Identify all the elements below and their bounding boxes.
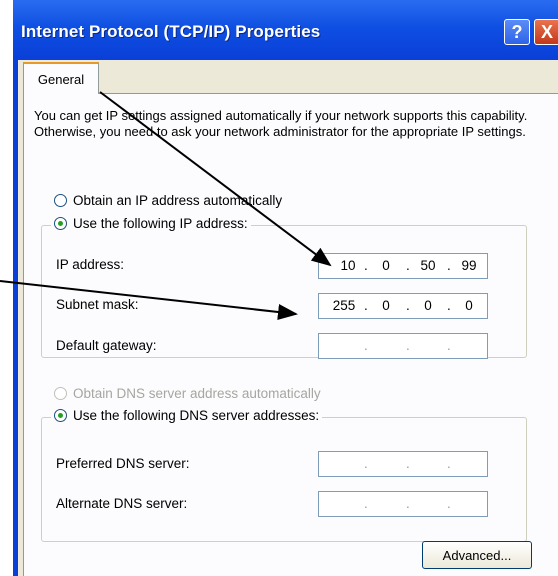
- radio-use-following-dns[interactable]: Use the following DNS server addresses:: [51, 408, 323, 423]
- radio-use-following-ip[interactable]: Use the following IP address:: [51, 216, 251, 231]
- octet-3: 50: [420, 258, 436, 273]
- octet-3: 0: [424, 298, 432, 313]
- radio-label: Use the following IP address:: [73, 216, 248, 231]
- alternate-dns-label: Alternate DNS server:: [56, 496, 188, 511]
- description-text: You can get IP settings assigned automat…: [34, 108, 528, 139]
- radio-icon: [54, 194, 67, 207]
- tab-general[interactable]: General: [23, 62, 99, 94]
- radio-checked-icon: [54, 217, 67, 230]
- dns-groupbox: [41, 417, 527, 542]
- close-icon: X: [540, 21, 553, 42]
- alternate-dns-input[interactable]: . . .: [318, 491, 488, 517]
- help-icon: ?: [511, 21, 523, 42]
- default-gateway-input[interactable]: . . .: [318, 333, 488, 359]
- window-title: Internet Protocol (TCP/IP) Properties: [21, 22, 321, 41]
- radio-label: Obtain DNS server address automatically: [73, 386, 321, 401]
- octet-1: 10: [340, 258, 356, 273]
- octet-2: 0: [382, 298, 390, 313]
- default-gateway-label: Default gateway:: [56, 338, 157, 353]
- radio-obtain-dns-auto[interactable]: Obtain DNS server address automatically: [54, 386, 321, 401]
- advanced-button[interactable]: Advanced...: [422, 541, 532, 569]
- radio-icon: [54, 387, 67, 400]
- dialog-client: General You can get IP settings assigned…: [18, 60, 558, 576]
- preferred-dns-input[interactable]: . . .: [318, 451, 488, 477]
- ip-address-label: IP address:: [56, 257, 125, 272]
- radio-label: Obtain an IP address automatically: [73, 193, 283, 208]
- subnet-mask-label: Subnet mask:: [56, 297, 139, 312]
- octet-4: 0: [465, 298, 473, 313]
- radio-checked-icon: [54, 409, 67, 422]
- subnet-mask-input[interactable]: 255 . 0 . 0 . 0: [318, 293, 488, 319]
- radio-label: Use the following DNS server addresses:: [73, 408, 320, 423]
- octet-2: 0: [382, 258, 390, 273]
- octet-4: 99: [461, 258, 477, 273]
- title-bar[interactable]: Internet Protocol (TCP/IP) Properties ? …: [13, 0, 558, 60]
- tab-panel-general: You can get IP settings assigned automat…: [23, 93, 558, 576]
- preferred-dns-label: Preferred DNS server:: [56, 456, 190, 471]
- octet-1: 255: [332, 298, 356, 313]
- ip-address-input[interactable]: 10 . 0 . 50 . 99: [318, 253, 488, 279]
- dialog-window: Internet Protocol (TCP/IP) Properties ? …: [13, 0, 558, 576]
- help-button[interactable]: ?: [504, 19, 530, 45]
- close-button[interactable]: X: [534, 19, 558, 45]
- radio-obtain-ip-auto[interactable]: Obtain an IP address automatically: [54, 193, 282, 208]
